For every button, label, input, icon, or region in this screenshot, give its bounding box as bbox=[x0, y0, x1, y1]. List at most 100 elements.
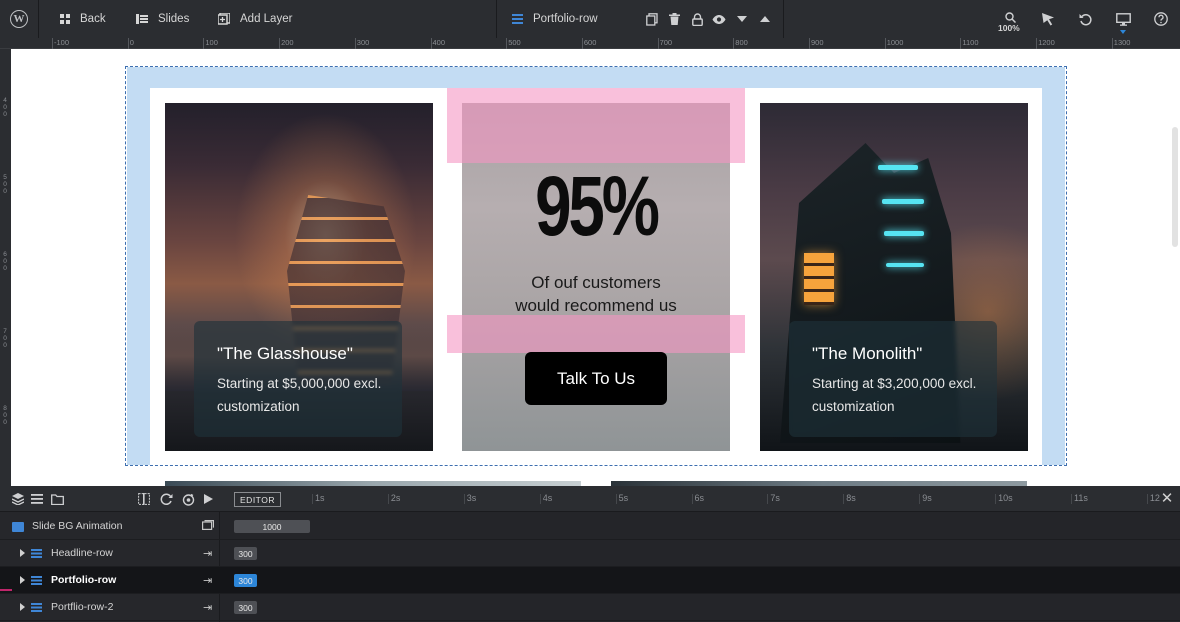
timeline-tick bbox=[387, 494, 389, 504]
close-icon[interactable]: ✕ bbox=[1160, 491, 1174, 506]
grid-snap-icon[interactable] bbox=[137, 492, 151, 506]
vertical-ruler-label: 5 0 0 bbox=[3, 174, 7, 195]
row-layer-icon bbox=[31, 576, 42, 585]
selected-layer-name[interactable]: Portfolio-row bbox=[512, 0, 598, 38]
horizontal-ruler[interactable]: -100 0 100 200 300 400 500 600 700 800 900 1000 1100… bbox=[0, 38, 1180, 49]
timeline-tick-label: 3s bbox=[466, 493, 477, 503]
add-layer-button[interactable]: Add Layer bbox=[218, 0, 292, 38]
toolbar-divider bbox=[38, 0, 39, 38]
ruler-label: 500 bbox=[508, 38, 521, 47]
zoom-level[interactable]: 100% bbox=[998, 23, 1020, 33]
vertical-ruler-label: 7 0 0 bbox=[3, 328, 7, 349]
gallery-icon[interactable] bbox=[202, 520, 215, 533]
ruler-tick bbox=[1111, 38, 1113, 49]
timeline-tick bbox=[539, 494, 541, 504]
caret-down-icon[interactable] bbox=[734, 11, 750, 27]
ruler-tick bbox=[581, 38, 583, 49]
selected-row-outline bbox=[125, 66, 1067, 466]
ruler-label: 100 bbox=[205, 38, 218, 47]
ruler-label: 200 bbox=[281, 38, 294, 47]
end-marker-icon[interactable]: ⇥ bbox=[203, 574, 212, 587]
row-layer-icon bbox=[31, 603, 42, 612]
help-icon[interactable] bbox=[1153, 11, 1169, 27]
slide-canvas[interactable]: "The Glasshouse" Starting at $5,000,000 … bbox=[11, 49, 1180, 486]
image-icon bbox=[12, 522, 24, 532]
timeline-tick bbox=[691, 494, 693, 504]
play-icon[interactable] bbox=[201, 492, 215, 506]
timeline-tick-label: 9s bbox=[922, 493, 932, 503]
folder-icon[interactable] bbox=[50, 492, 64, 506]
list-icon[interactable] bbox=[30, 492, 44, 506]
ruler-label: 900 bbox=[811, 38, 824, 47]
active-row-marker bbox=[0, 589, 12, 591]
timeline-tick-label: 1s bbox=[315, 493, 325, 503]
timeline-tick bbox=[1146, 494, 1148, 504]
expand-arrow-icon[interactable] bbox=[20, 549, 25, 557]
timeline-tick-label: 7s bbox=[770, 493, 780, 503]
row-label: Portflio-row-2 bbox=[51, 601, 114, 613]
ruler-tick bbox=[279, 38, 281, 49]
timeline-tick-label: 11s bbox=[1074, 493, 1088, 503]
ruler-tick bbox=[430, 38, 432, 49]
timeline-tick bbox=[919, 494, 921, 504]
timeline-panel: EDITOR 1s 2s 3s 4s 5s 6s 7s 8s 9s 10s 11s 12 ✕ Slid… bbox=[0, 486, 1180, 622]
timeline-tick bbox=[463, 494, 465, 504]
duration-bar[interactable]: 300 bbox=[234, 601, 257, 614]
wordpress-logo-icon[interactable]: W bbox=[10, 10, 28, 28]
duration-bar[interactable]: 300 bbox=[234, 574, 257, 587]
ruler-tick bbox=[354, 38, 356, 49]
expand-arrow-icon[interactable] bbox=[20, 576, 25, 584]
timeline-row-slide-bg[interactable]: Slide BG Animation 1000 bbox=[0, 513, 1180, 540]
ruler-tick bbox=[733, 38, 735, 49]
back-button[interactable]: Back bbox=[60, 0, 106, 38]
end-marker-icon[interactable]: ⇥ bbox=[203, 601, 212, 614]
timeline-row-portfolio-2[interactable]: Portflio-row-2 ⇥ 300 bbox=[0, 594, 1180, 621]
timeline-tick-label: 10s bbox=[998, 493, 1013, 503]
ruler-tick bbox=[657, 38, 659, 49]
pointer-icon[interactable] bbox=[1040, 11, 1056, 27]
trash-icon[interactable] bbox=[666, 11, 682, 27]
duration-bar[interactable]: 300 bbox=[234, 547, 257, 560]
ruler-label: 300 bbox=[356, 38, 370, 47]
layers-icon[interactable] bbox=[11, 492, 25, 506]
ruler-label: 700 bbox=[659, 38, 673, 47]
timeline-tick-label: 2s bbox=[390, 493, 401, 503]
device-indicator bbox=[1120, 30, 1126, 34]
caret-up-icon[interactable] bbox=[757, 11, 773, 27]
lock-icon[interactable] bbox=[689, 11, 705, 27]
undo-icon[interactable] bbox=[1077, 11, 1093, 27]
layer-name-label: Portfolio-row bbox=[533, 13, 598, 25]
slider-editor: W Back Slides Add Layer Portfolio-row 10… bbox=[0, 0, 1180, 622]
editor-mode-badge[interactable]: EDITOR bbox=[234, 492, 281, 507]
expand-arrow-icon[interactable] bbox=[20, 603, 25, 611]
vertical-ruler-label: 8 0 0 bbox=[3, 405, 7, 426]
top-toolbar: W Back Slides Add Layer Portfolio-row 10… bbox=[0, 0, 1180, 38]
ruler-tick bbox=[884, 38, 886, 49]
duration-bar[interactable]: 1000 bbox=[234, 520, 310, 533]
animation-icon[interactable] bbox=[181, 492, 195, 506]
timeline-row-portfolio[interactable]: Portfolio-row ⇥ 300 bbox=[0, 567, 1180, 594]
vertical-ruler-label: 4 0 0 bbox=[3, 97, 7, 118]
timeline-row-headline[interactable]: Headline-row ⇥ 300 bbox=[0, 540, 1180, 567]
slides-button[interactable]: Slides bbox=[136, 0, 189, 38]
eye-icon[interactable] bbox=[711, 11, 727, 27]
row-layer-icon bbox=[31, 549, 42, 558]
duplicate-icon[interactable] bbox=[644, 11, 660, 27]
ruler-label: 1100 bbox=[962, 38, 979, 47]
timeline-tick-label: 6s bbox=[694, 493, 705, 503]
timeline-tick bbox=[767, 494, 769, 504]
ruler-label: 1300 bbox=[1113, 38, 1131, 47]
ruler-tick bbox=[506, 38, 508, 49]
ruler-label: 0 bbox=[129, 38, 134, 47]
back-label: Back bbox=[80, 13, 106, 25]
slides-icon bbox=[136, 14, 148, 24]
loop-icon[interactable] bbox=[159, 492, 173, 506]
ruler-tick bbox=[52, 38, 53, 49]
canvas-scrollbar[interactable] bbox=[1172, 127, 1178, 247]
desktop-view-icon[interactable] bbox=[1115, 11, 1131, 27]
row-label: Portfolio-row bbox=[51, 574, 117, 586]
vertical-ruler[interactable]: 4 0 0 5 0 0 6 0 0 7 0 0 8 0 0 bbox=[0, 49, 11, 486]
end-marker-icon[interactable]: ⇥ bbox=[203, 547, 212, 560]
ruler-label: 800 bbox=[735, 38, 748, 47]
ruler-tick bbox=[127, 38, 129, 49]
